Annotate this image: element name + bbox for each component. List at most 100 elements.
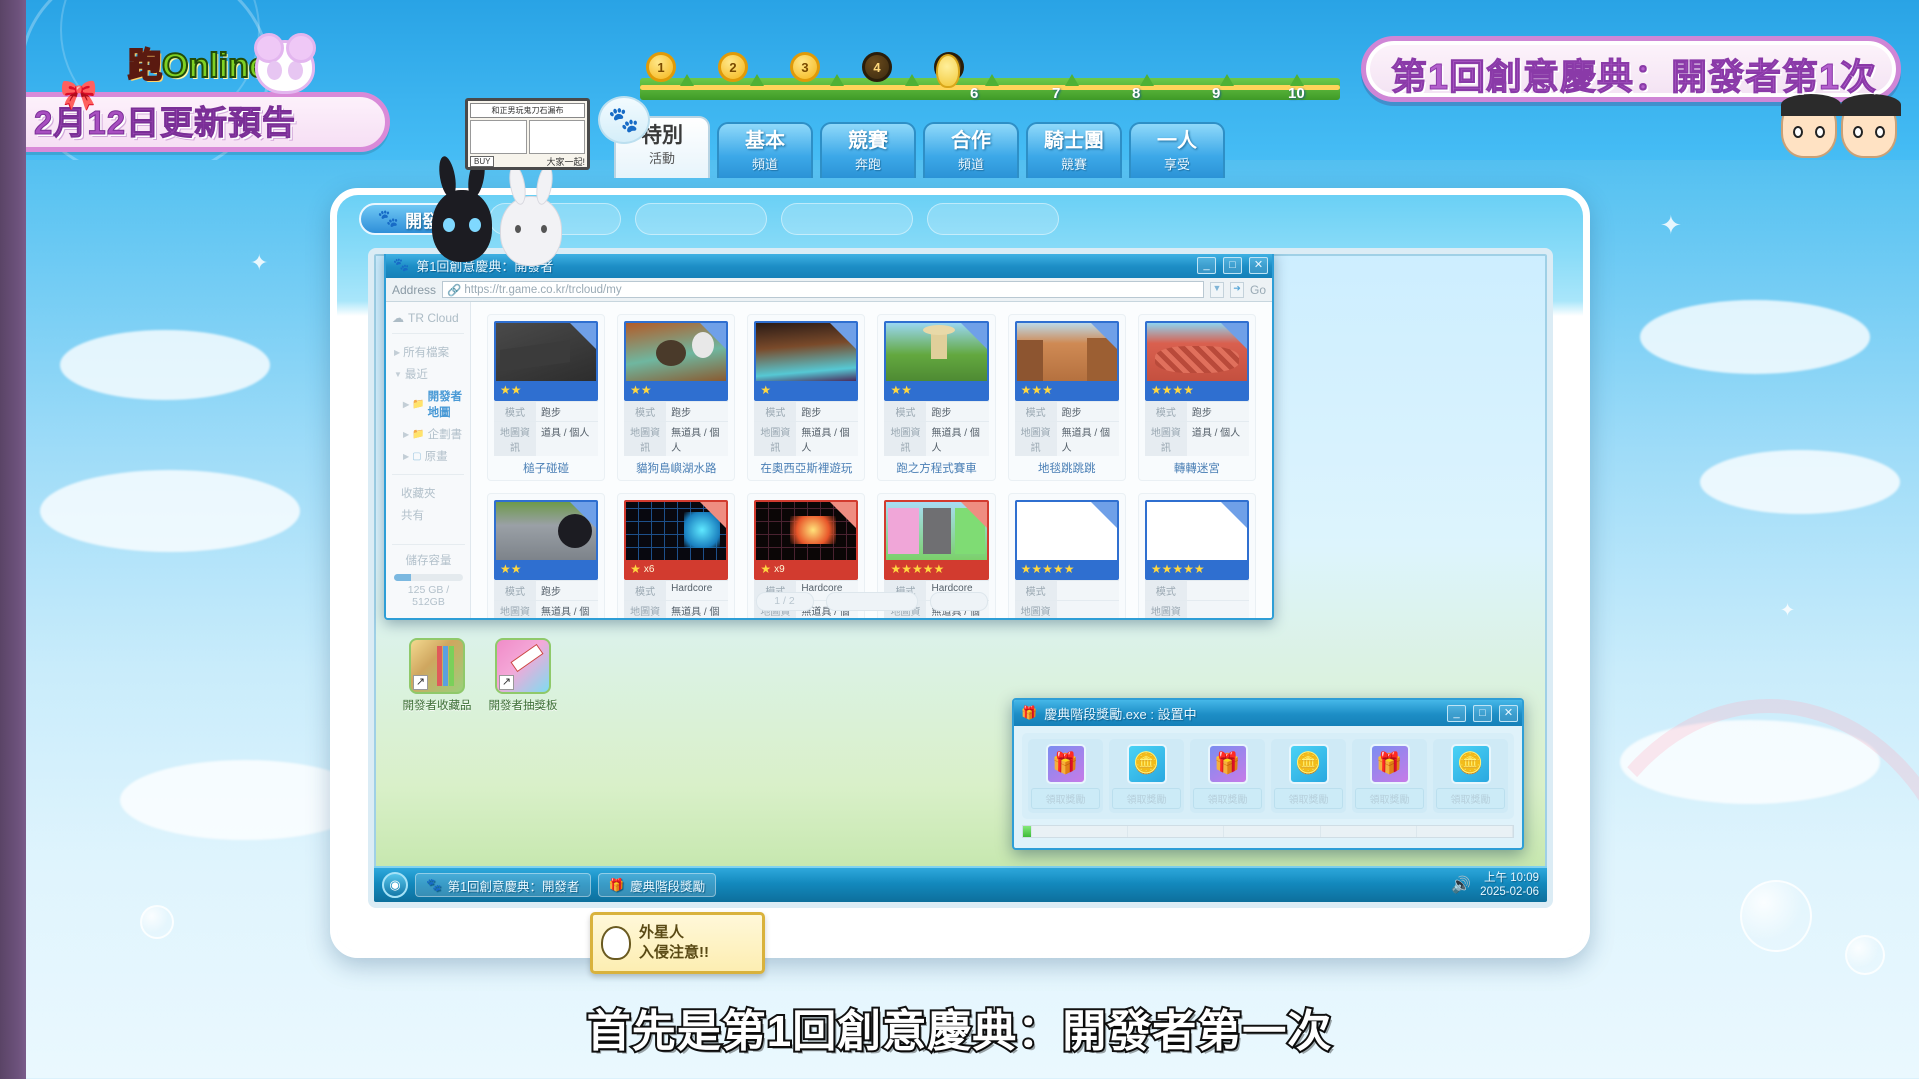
- minimize-button[interactable]: _: [1197, 256, 1216, 274]
- maximize-button[interactable]: □: [1223, 256, 1242, 274]
- card-file-shape: ★★: [494, 500, 599, 580]
- map-card[interactable]: ★★ 模式 跑步 地圖資訊 道具 / 個人 槌子碰碰: [487, 314, 606, 481]
- tab-solo-enjoy[interactable]: 一人 享受: [1129, 122, 1225, 178]
- meta-key-mode: 模式: [1144, 402, 1187, 421]
- card-stars: ★★★★: [1150, 383, 1194, 397]
- tab-coop-channel[interactable]: 合作 頻道: [923, 122, 1019, 178]
- page-prev-button[interactable]: 1 / 2: [755, 592, 814, 611]
- sidebar-item-all-files[interactable]: ▶ 所有檔案: [392, 341, 464, 363]
- sidebar-item-recent[interactable]: ▼ 最近: [392, 363, 464, 385]
- maximize-button[interactable]: □: [1473, 704, 1492, 722]
- map-card[interactable]: ★ 模式 跑步 地圖資訊 無道具 / 個人 在奧西亞斯裡遊玩: [747, 314, 866, 481]
- sidebar-item-developer-maps[interactable]: ▶ 📁 開發者地圖: [392, 385, 464, 423]
- shortcut-arrow-icon: ↗: [499, 675, 514, 690]
- address-input[interactable]: 🔗 https://tr.game.co.kr/trcloud/my: [442, 281, 1204, 298]
- rewards-window-title: 慶典階段獎勵.exe : 設置中: [1044, 706, 1197, 722]
- gift-icon: 🎁: [608, 877, 625, 892]
- tab-knights-race[interactable]: 騎士團 競賽: [1026, 122, 1122, 178]
- map-card[interactable]: ★★★ 模式 跑步 地圖資訊 無道具 / 個人 地毯跳跳跳: [1007, 314, 1126, 481]
- claim-reward-button[interactable]: 領取獎勵: [1112, 788, 1181, 809]
- map-card[interactable]: ★★★★ 模式 跑步 地圖資訊 道具 / 個人 轉轉迷宮: [1137, 314, 1256, 481]
- ufo-icon: [601, 926, 631, 960]
- reward-slot[interactable]: 🪙 領取獎勵: [1109, 739, 1184, 813]
- desktop-icon-collectibles[interactable]: ↗ 開發者收藏品: [400, 638, 474, 713]
- card-name: 在奧西亞斯裡遊玩: [760, 463, 853, 475]
- channel-tabs: 特別 活動 基本 頻道 競賽 奔跑 合作 頻道 騎士團 競賽 一人 享受: [614, 116, 1225, 184]
- card-stars: ★★: [630, 383, 652, 397]
- start-button[interactable]: ◉: [382, 872, 408, 898]
- chevron-down-icon[interactable]: ▼: [1209, 281, 1224, 298]
- volume-icon[interactable]: 🔊: [1451, 875, 1471, 895]
- meta-val-map: 無道具 / 個人: [931, 428, 980, 454]
- tab-basic-channel[interactable]: 基本 頻道: [717, 122, 813, 178]
- map-card[interactable]: ★★ 模式 跑步 地圖資訊 無道具 / 個人 貓狗島嶼湖水路: [617, 314, 736, 481]
- address-bar: Address 🔗 https://tr.game.co.kr/trcloud/…: [386, 278, 1272, 302]
- chevron-right-icon: ▶: [403, 429, 410, 439]
- page-fold-icon: [960, 323, 987, 349]
- bookshelf-icon: ↗: [409, 638, 465, 694]
- desktop-icon-lottery[interactable]: ↗ 開發者抽獎板: [486, 638, 560, 713]
- claim-reward-button[interactable]: 領取獎勵: [1031, 788, 1100, 809]
- tab-competition[interactable]: 競賽 奔跑: [820, 122, 916, 178]
- track-number-8: 8: [1132, 85, 1141, 102]
- sidebar-item-plans[interactable]: ▶ 📁 企劃書: [392, 423, 464, 445]
- card-meta: 模式 跑步 地圖資訊 無道具 / 個人: [884, 401, 989, 456]
- track-node-2[interactable]: 2: [718, 52, 748, 82]
- go-button[interactable]: Go: [1250, 283, 1266, 297]
- rainbow-decor: [1559, 699, 1919, 959]
- filter-chip-3[interactable]: [635, 203, 767, 235]
- ribbon-icon: 🎀: [60, 79, 98, 112]
- storage-usage-label: 125 GB / 512GB: [407, 584, 450, 608]
- tab-sublabel: 頻道: [957, 157, 984, 172]
- explorer-window: 🐾 第1回創意慶典：開發者 _ □ ✕ Address 🔗 https://tr…: [384, 254, 1274, 620]
- minimize-button[interactable]: _: [1447, 704, 1466, 722]
- close-button[interactable]: ✕: [1249, 256, 1268, 274]
- meta-key-mode: 模式: [494, 402, 536, 421]
- track-node-3[interactable]: 3: [790, 52, 820, 82]
- sparkle-decor: ✦: [250, 250, 269, 275]
- box-icon: 🎁: [1369, 744, 1410, 784]
- claim-reward-button[interactable]: 領取獎勵: [1436, 788, 1505, 809]
- alien-sign-line2: 入侵注意!!: [639, 944, 709, 961]
- rewards-title-bar[interactable]: 🎁 慶典階段獎勵.exe : 設置中 _ □ ✕: [1014, 700, 1522, 726]
- reward-slot[interactable]: 🪙 領取獎勵: [1433, 739, 1508, 813]
- game-logo: 跑Online: [127, 38, 269, 87]
- sidebar-item-favorites[interactable]: 收藏夾: [392, 482, 464, 504]
- claim-reward-button[interactable]: 領取獎勵: [1193, 788, 1262, 809]
- pagination-controls: 1 / 2: [471, 592, 1272, 611]
- sidebar-item-shared[interactable]: 共有: [392, 504, 464, 526]
- close-button[interactable]: ✕: [1499, 704, 1518, 722]
- filter-chip-4[interactable]: [781, 203, 913, 235]
- meta-val-mode: 跑步: [1191, 408, 1212, 419]
- claim-reward-button[interactable]: 領取獎勵: [1274, 788, 1343, 809]
- taskbar-item-explorer[interactable]: 🐾 第1回創意慶典：開發者: [415, 873, 591, 897]
- sidebar-item-artwork[interactable]: ▶ ▢ 原畫: [392, 445, 464, 467]
- card-file-shape: ★★★★★: [884, 500, 989, 580]
- reward-slot[interactable]: 🎁 領取獎勵: [1352, 739, 1427, 813]
- tab-sublabel: 活動: [648, 151, 675, 166]
- coin-icon: 🪙: [1450, 744, 1491, 784]
- meta-key-map: 地圖資訊: [1014, 422, 1057, 456]
- reward-slot[interactable]: 🪙 領取獎勵: [1271, 739, 1346, 813]
- cloud-decor: [1640, 300, 1870, 374]
- taskbar-item-rewards[interactable]: 🎁 慶典階段獎勵: [597, 873, 717, 897]
- go-arrow-icon[interactable]: ➜: [1229, 281, 1244, 298]
- page-next-button[interactable]: [929, 592, 988, 611]
- map-card[interactable]: ★★ 模式 跑步 地圖資訊 無道具 / 個人 跑之方程式賽車: [877, 314, 996, 481]
- page-fold-icon: [700, 323, 727, 349]
- manga-buy-label[interactable]: BUY: [470, 156, 495, 167]
- track-number-6: 6: [970, 85, 979, 102]
- card-meta: 模式 跑步 地圖資訊 無道具 / 個人: [1014, 401, 1119, 456]
- gift-icon: 🎁: [1021, 705, 1038, 720]
- manga-promo-thumbnail[interactable]: 和正男玩鬼刀石漏布 BUY 大家一起!: [465, 98, 590, 170]
- track-node-4[interactable]: 4: [862, 52, 892, 82]
- tab-label: 基本: [745, 130, 785, 152]
- card-file-shape: ★★★★: [1144, 321, 1249, 401]
- track-node-1[interactable]: 1: [646, 52, 676, 82]
- reward-slot[interactable]: 🎁 領取獎勵: [1190, 739, 1265, 813]
- crayon-character-2: [1841, 94, 1901, 158]
- reward-slot[interactable]: 🎁 領取獎勵: [1028, 739, 1103, 813]
- claim-reward-button[interactable]: 領取獎勵: [1355, 788, 1424, 809]
- filter-chip-5[interactable]: [927, 203, 1059, 235]
- coin-icon: 🪙: [1126, 744, 1167, 784]
